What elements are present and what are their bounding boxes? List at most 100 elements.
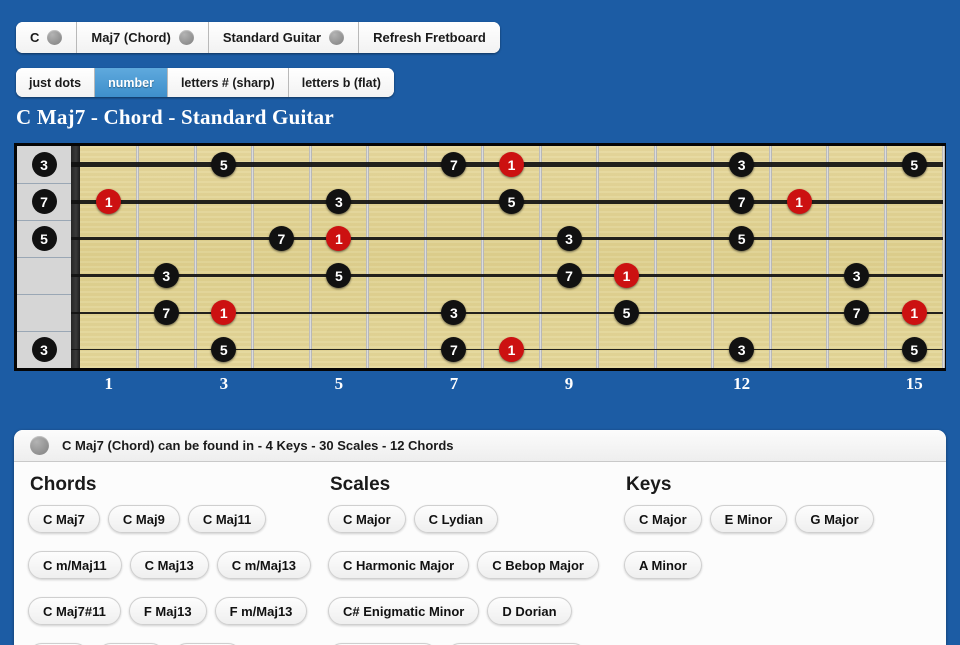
scale-pill[interactable]: C Major — [328, 505, 406, 533]
open-string-note[interactable]: 5 — [31, 226, 57, 251]
fret-note[interactable]: 7 — [729, 189, 755, 214]
chord-pill[interactable]: C Maj11 — [187, 505, 267, 533]
page-title: C Maj7 - Chord - Standard Guitar — [16, 105, 334, 129]
fret-note[interactable]: 3 — [729, 337, 755, 362]
fret-note[interactable]: 5 — [326, 263, 352, 288]
fret-note[interactable]: 7 — [844, 300, 870, 325]
fret-line-7 — [481, 146, 485, 368]
selector-segment-label: Maj7 (Chord) — [91, 30, 171, 45]
info-panel-header: C Maj7 (Chord) can be found in - 4 Keys … — [14, 430, 946, 462]
notation-segment-1[interactable]: number — [95, 68, 168, 97]
fret-note-root[interactable]: 1 — [499, 337, 524, 362]
fret-note-root[interactable]: 1 — [614, 263, 640, 288]
selector-segment-0[interactable]: C — [16, 22, 78, 53]
open-string-note[interactable]: 3 — [31, 152, 57, 177]
key-pill[interactable]: G Major — [795, 505, 874, 533]
fret-note[interactable]: 5 — [729, 226, 755, 251]
fret-note-root[interactable]: 1 — [211, 300, 237, 325]
fret-note[interactable]: 3 — [441, 300, 467, 325]
key-pill[interactable]: E Minor — [709, 505, 788, 533]
fret-line-2 — [193, 146, 197, 368]
scales-column: Scales C Major C Lydian C Harmonic Major C … — [328, 474, 624, 645]
chord-pill[interactable]: C Maj9 — [107, 505, 180, 533]
selector-segment-1[interactable]: Maj7 (Chord) — [77, 22, 209, 53]
chord-pill[interactable]: F m/Maj13 — [214, 597, 308, 625]
fret-note-root[interactable]: 1 — [96, 189, 122, 214]
keys-pill-list: C Major E Minor G Major A Minor — [624, 505, 924, 589]
chord-pill[interactable]: F Maj13 — [128, 597, 207, 625]
fret-note[interactable]: 3 — [326, 189, 352, 214]
fret-note[interactable]: 3 — [729, 152, 755, 177]
info-panel: C Maj7 (Chord) can be found in - 4 Keys … — [14, 430, 946, 645]
fret-note-root[interactable]: 1 — [499, 152, 524, 177]
fret-note-root[interactable]: 1 — [326, 226, 352, 251]
scale-pill[interactable]: D Dorian — [487, 597, 572, 625]
fret-note[interactable]: 5 — [901, 337, 927, 362]
dropdown-knob-icon[interactable] — [178, 30, 194, 45]
fret-line-8 — [538, 146, 542, 368]
fret-note[interactable]: 7 — [441, 152, 467, 177]
fret-number-label: 1 — [104, 374, 114, 393]
fret-number-label: 7 — [449, 374, 459, 393]
scale-pill[interactable]: C Bebop Major — [477, 551, 599, 579]
info-summary-text: C Maj7 (Chord) can be found in - 4 Keys … — [62, 438, 454, 453]
notation-segment-label: letters # (sharp) — [180, 75, 275, 90]
fret-line-5 — [366, 146, 370, 368]
scale-pill[interactable]: C Harmonic Major — [328, 551, 470, 579]
fret-note[interactable]: 5 — [211, 152, 237, 177]
fret-note[interactable]: 7 — [441, 337, 467, 362]
open-column-divider-4 — [17, 294, 71, 295]
open-string-note[interactable]: 7 — [31, 189, 57, 214]
scales-heading: Scales — [330, 474, 391, 495]
fret-line-12 — [768, 146, 772, 368]
open-string-note[interactable]: 3 — [31, 337, 57, 362]
chord-pill[interactable]: C m/Maj13 — [216, 551, 312, 579]
notation-segment-0[interactable]: just dots — [16, 68, 96, 97]
notation-segment-3[interactable]: letters b (flat) — [288, 68, 394, 97]
selector-segment-label: Standard Guitar — [222, 30, 322, 45]
dropdown-knob-icon[interactable] — [47, 30, 63, 45]
chords-pill-list: C Maj7 C Maj9 C Maj11 C m/Maj11 C Maj13 C m/M… — [28, 505, 328, 645]
fret-line-3 — [251, 146, 255, 368]
notation-segment-label: number — [108, 75, 154, 90]
chord-pill[interactable]: C Maj7 — [28, 505, 100, 533]
fret-number-label: 9 — [564, 374, 574, 393]
fret-note[interactable]: 7 — [268, 226, 294, 251]
notation-segment-2[interactable]: letters # (sharp) — [167, 68, 289, 97]
fret-note[interactable]: 3 — [844, 263, 870, 288]
selector-segment-label: Refresh Fretboard — [373, 30, 486, 45]
fret-note[interactable]: 7 — [153, 300, 179, 325]
fret-note[interactable]: 5 — [614, 300, 640, 325]
fret-note-root[interactable]: 1 — [786, 189, 812, 214]
fretboard[interactable]: 571351357171353571371357157135 3753 — [14, 143, 946, 371]
string-line-4 — [71, 274, 943, 277]
fretboard-wood: 571351357171353571371357157135 — [80, 146, 945, 368]
fret-number-label: 12 — [733, 374, 751, 393]
chords-heading: Chords — [30, 474, 97, 495]
fret-note-root[interactable]: 1 — [901, 300, 927, 325]
scale-pill[interactable]: C Lydian — [413, 505, 499, 533]
fret-line-13 — [826, 146, 830, 368]
fret-line-14 — [883, 146, 887, 368]
chord-pill[interactable]: C m/Maj11 — [28, 551, 122, 579]
fret-number-label: 15 — [905, 374, 923, 393]
scale-pill[interactable]: C# Enigmatic Minor — [328, 597, 480, 625]
chord-pill[interactable]: C Maj13 — [129, 551, 209, 579]
fret-note[interactable]: 5 — [499, 189, 524, 214]
dropdown-knob-icon[interactable] — [329, 30, 345, 45]
nut — [71, 146, 80, 368]
fret-note[interactable]: 5 — [901, 152, 927, 177]
fret-note[interactable]: 3 — [556, 226, 582, 251]
chord-pill[interactable]: C Maj7#11 — [28, 597, 121, 625]
status-dot-icon — [30, 436, 49, 455]
key-pill[interactable]: A Minor — [624, 551, 702, 579]
open-column-divider-1 — [17, 183, 71, 184]
fret-note[interactable]: 7 — [556, 263, 582, 288]
fret-line-15 — [941, 146, 945, 368]
fret-line-4 — [308, 146, 312, 368]
selector-segment-3[interactable]: Refresh Fretboard — [359, 22, 500, 53]
fret-note[interactable]: 3 — [153, 263, 179, 288]
key-pill[interactable]: C Major — [624, 505, 702, 533]
fret-note[interactable]: 5 — [211, 337, 237, 362]
selector-segment-2[interactable]: Standard Guitar — [208, 22, 360, 53]
